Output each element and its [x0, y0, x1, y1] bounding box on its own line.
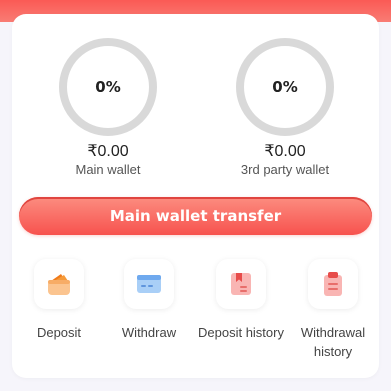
quick-actions: Deposit Withdraw Deposit history Withdra…: [12, 259, 379, 369]
main-wallet-label: Main wallet: [75, 162, 141, 177]
deposit-label: Deposit: [36, 325, 82, 340]
deposit-history-action[interactable]: Deposit history: [196, 259, 286, 342]
third-party-wallet-label: 3rd party wallet: [240, 162, 330, 177]
main-wallet-percent: 0%: [95, 78, 121, 96]
withdraw-action[interactable]: Withdraw: [104, 259, 194, 342]
deposit-action[interactable]: Deposit: [14, 259, 104, 342]
withdrawal-history-tile[interactable]: [308, 259, 358, 309]
withdraw-tile[interactable]: [124, 259, 174, 309]
withdrawal-history-action[interactable]: Withdrawal history: [288, 259, 378, 361]
clipboard-icon: [324, 272, 342, 296]
main-wallet-progress-ring: 0%: [59, 38, 157, 136]
card-icon: [137, 275, 161, 293]
wallet-icon: [48, 274, 70, 295]
withdraw-label: Withdraw: [121, 325, 177, 340]
bookmark-document-icon: [231, 273, 251, 295]
main-wallet: 0% ₹0.00 Main wallet: [38, 38, 178, 177]
deposit-tile[interactable]: [34, 259, 84, 309]
main-wallet-amount: ₹0.00: [87, 143, 129, 160]
wallet-card: 0% ₹0.00 Main wallet 0% ₹0.00 3rd party …: [12, 14, 379, 378]
third-party-wallet-amount: ₹0.00: [264, 143, 306, 160]
deposit-history-label: Deposit history: [198, 325, 284, 340]
third-party-wallet: 0% ₹0.00 3rd party wallet: [215, 38, 355, 177]
deposit-history-tile[interactable]: [216, 259, 266, 309]
main-wallet-transfer-button[interactable]: Main wallet transfer: [19, 197, 372, 235]
third-party-wallet-progress-ring: 0%: [236, 38, 334, 136]
third-party-wallet-percent: 0%: [272, 78, 298, 96]
withdrawal-history-label: Withdrawal history: [300, 325, 366, 359]
